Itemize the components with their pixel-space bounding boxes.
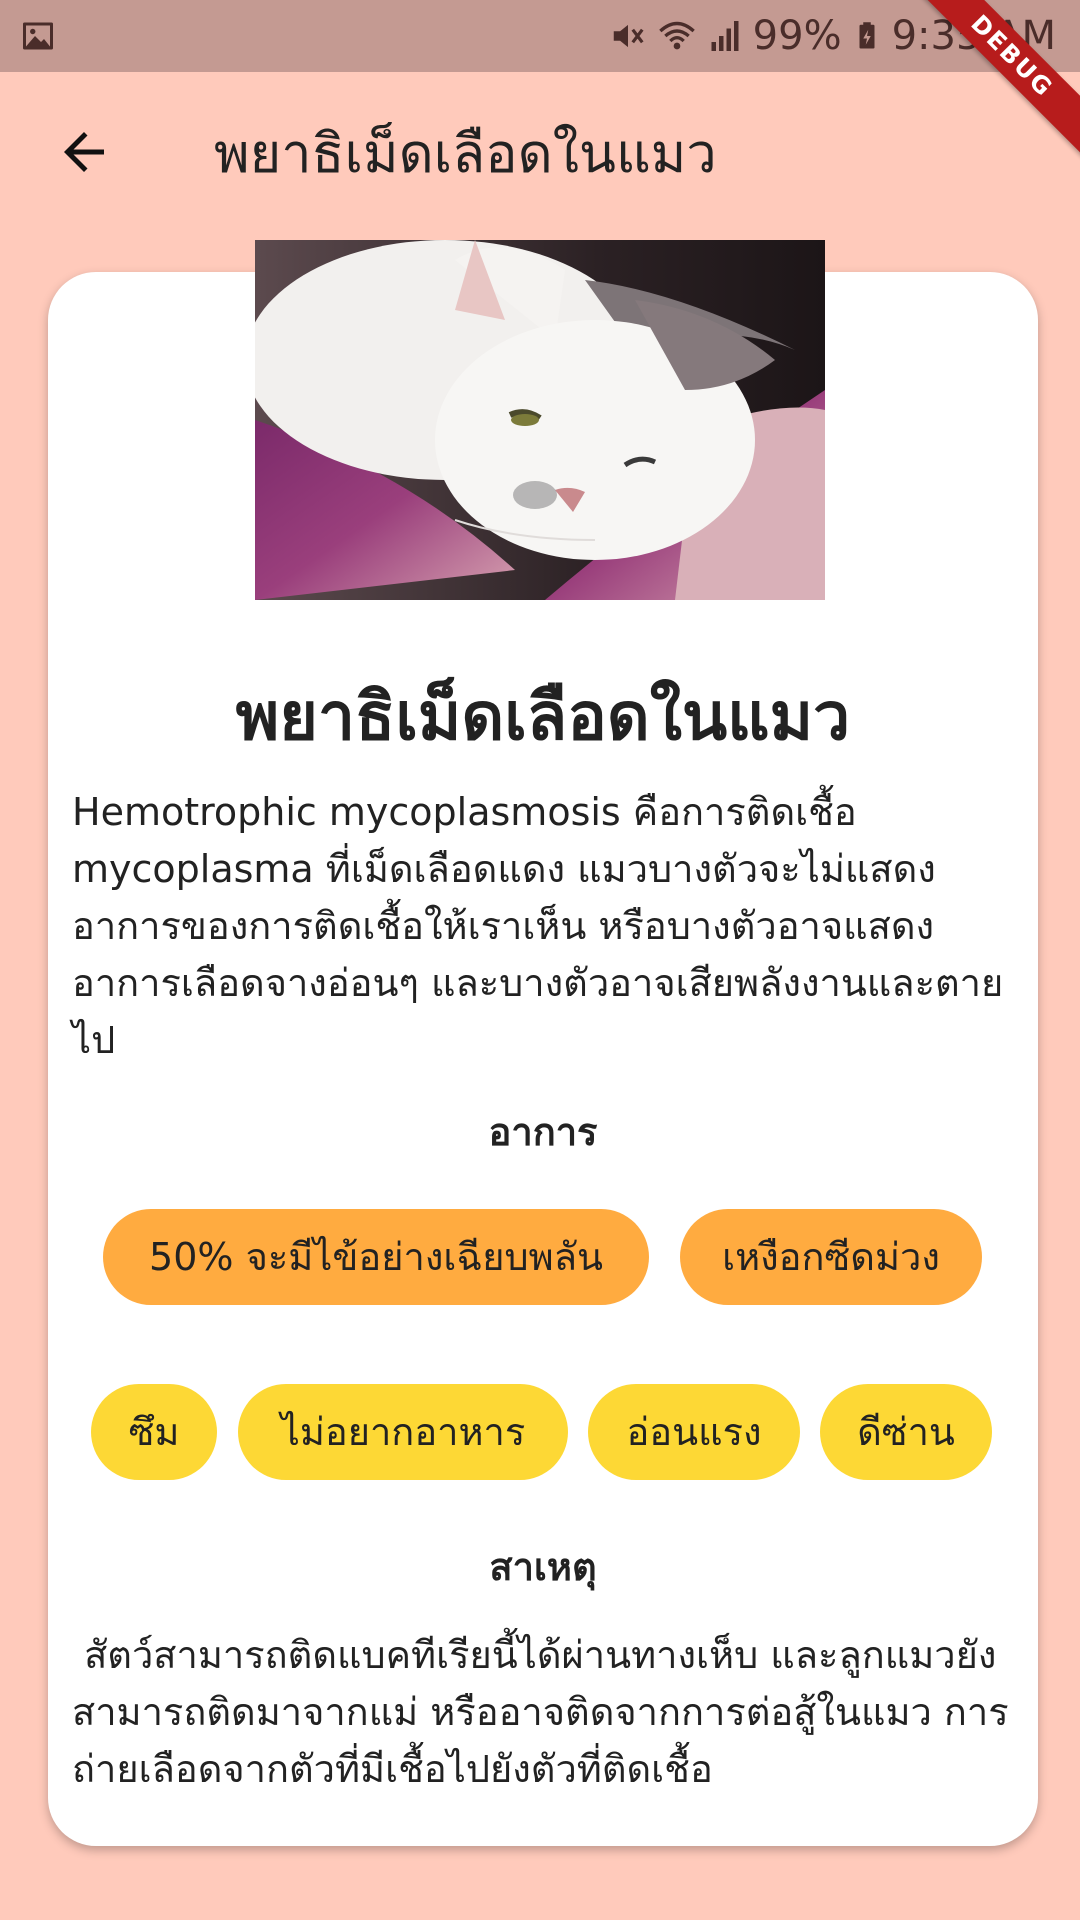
symptom-chip[interactable]: 50% จะมีไข้อย่างเฉียบพลัน [103, 1209, 649, 1305]
arrow-left-icon [64, 132, 104, 172]
status-bar: 99% 9:35 AM [0, 0, 1080, 72]
disease-title: พยาธิเม็ดเลือดในแมว [235, 678, 851, 755]
symptom-chip[interactable]: ซึม [91, 1384, 217, 1480]
image-icon [23, 22, 53, 50]
cat-image [255, 240, 825, 600]
battery-icon [859, 22, 875, 49]
cause-heading: สาเหตุ [489, 1545, 597, 1589]
symptoms-heading: อาการ [488, 1110, 598, 1154]
symptom-chip[interactable]: ดีซ่าน [820, 1384, 992, 1480]
cause-text: สัตว์สามารถติดแบคทีเรียนี้ได้ผ่านทางเห็บ… [72, 1633, 1009, 1791]
battery-percent: 99% [752, 13, 842, 59]
symptom-chip[interactable]: ไม่อยากอาหาร [238, 1384, 568, 1480]
app-bar: พยาธิเม็ดเลือดในแมว [0, 72, 1080, 242]
mute-icon [613, 24, 644, 48]
wifi-icon [658, 21, 695, 50]
back-button[interactable] [48, 116, 120, 188]
page-title: พยาธิเม็ดเลือดในแมว [214, 122, 717, 185]
symptom-chip[interactable]: เหงือกซีดม่วง [680, 1209, 982, 1305]
disease-description: Hemotrophic mycoplasmosis คือการติดเชื้อ… [72, 790, 1004, 1062]
symptom-chip[interactable]: อ่อนแรง [588, 1384, 800, 1480]
signal-icon [711, 21, 739, 51]
